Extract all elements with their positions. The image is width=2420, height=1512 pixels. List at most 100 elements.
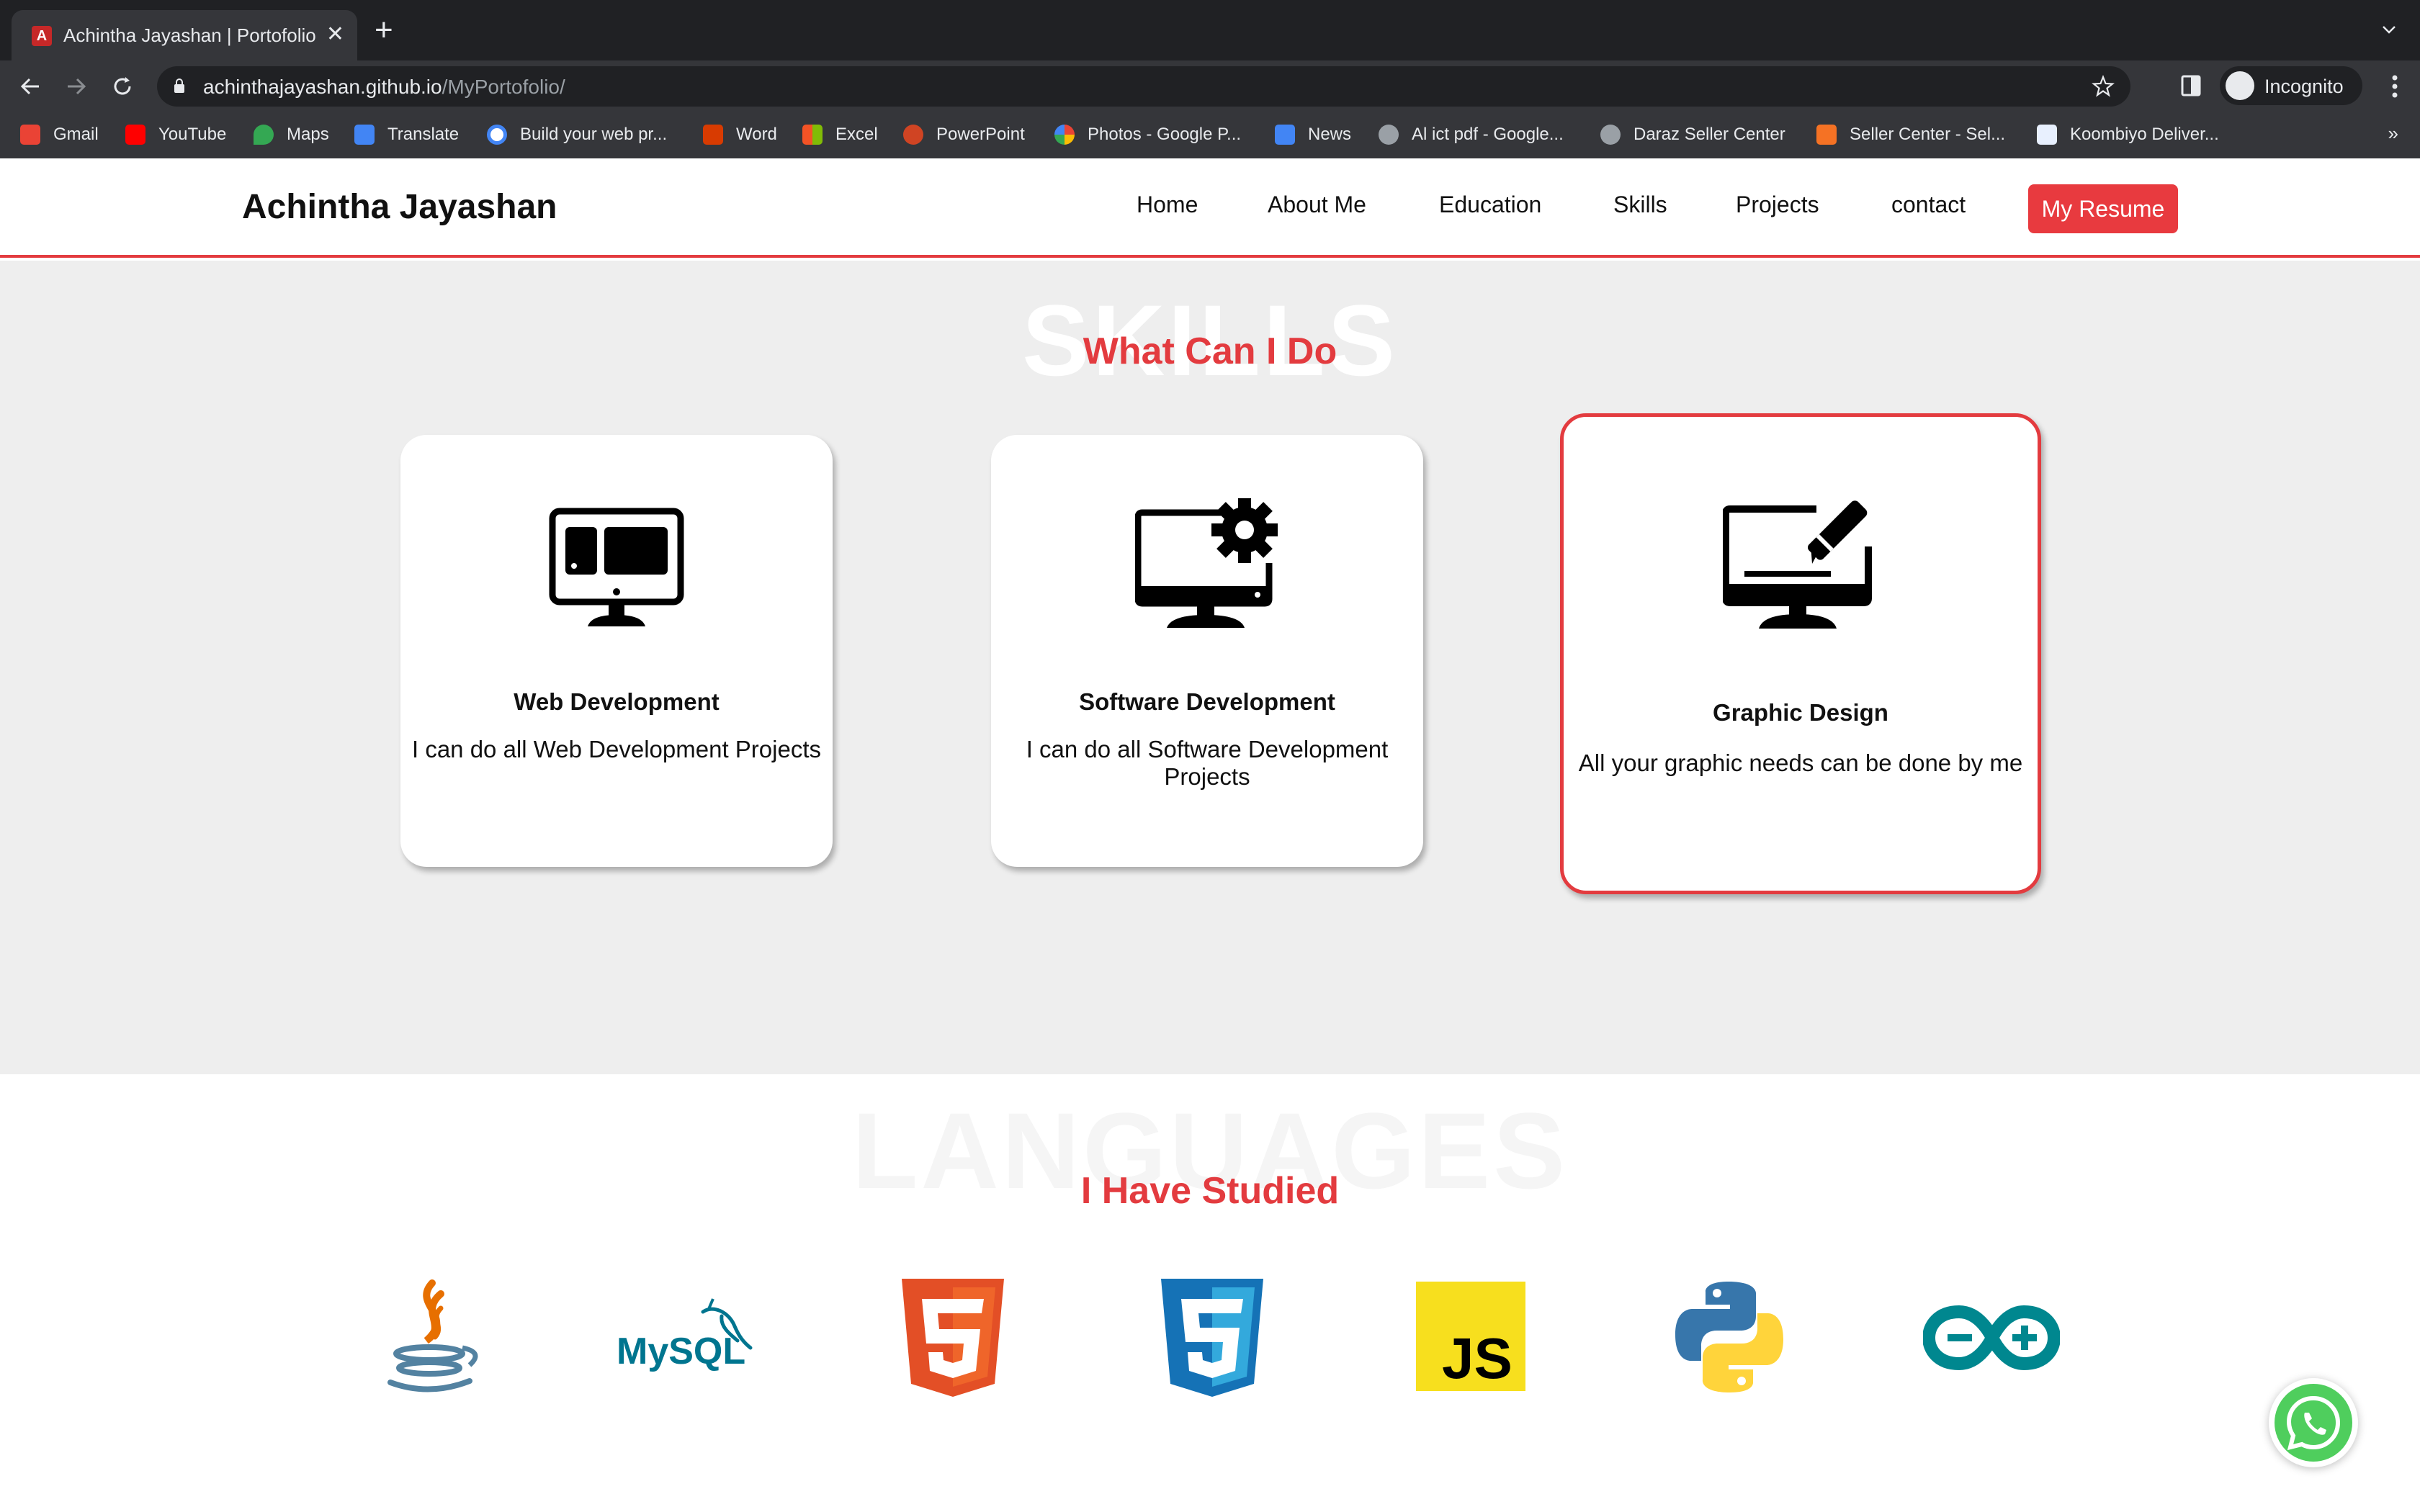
url-path: /MyPortofolio/	[442, 76, 565, 98]
nav-contact[interactable]: contact	[1891, 192, 1966, 218]
bookmark-news[interactable]: News	[1275, 122, 1351, 148]
css3-icon	[1161, 1279, 1263, 1397]
translate-icon	[354, 125, 375, 145]
mysql-text: MySQL	[617, 1331, 745, 1372]
bookmark-excel[interactable]: Excel	[802, 122, 878, 148]
nav-projects[interactable]: Projects	[1736, 192, 1819, 218]
photos-icon	[1054, 125, 1075, 145]
bookmark-label: PowerPoint	[936, 125, 1025, 144]
forward-arrow-icon[interactable]	[63, 73, 89, 99]
url-text[interactable]: achinthajayashan.github.io/MyPortofolio/	[203, 76, 565, 99]
site-brand[interactable]: Achintha Jayashan	[242, 187, 557, 227]
python-icon	[1675, 1282, 1783, 1392]
seller-center-icon	[1816, 125, 1837, 145]
bookmark-label: Al ict pdf - Google...	[1412, 125, 1564, 144]
nav-skills[interactable]: Skills	[1613, 192, 1667, 218]
js-text: JS	[1442, 1326, 1512, 1390]
new-tab-icon[interactable]: +	[375, 14, 393, 46]
skill-card-description: I can do all Software Development Projec…	[1026, 736, 1389, 790]
mysql-icon: MySQL	[617, 1298, 753, 1372]
skills-section-title: What Can I Do	[1083, 330, 1337, 372]
bookmark-label: Seller Center - Sel...	[1850, 125, 2006, 144]
bookmark-photos[interactable]: Photos - Google P...	[1054, 122, 1241, 148]
browser-tab-bar: A Achintha Jayashan | Portofolio ✕ +	[0, 0, 2420, 60]
bookmark-label: Excel	[835, 125, 878, 144]
browser-menu-icon[interactable]	[2391, 73, 2398, 99]
tab-title: Achintha Jayashan | Portofolio	[63, 24, 316, 46]
whatsapp-button[interactable]	[2269, 1378, 2358, 1467]
bookmarks-overflow-icon[interactable]: »	[2388, 122, 2398, 145]
powerpoint-icon	[903, 125, 923, 145]
bookmark-label: Build your web pr...	[520, 125, 668, 144]
skill-card-web-development[interactable]: Web Development I can do all Web Develop…	[400, 435, 833, 867]
bookmark-label: YouTube	[158, 125, 227, 144]
monitor-web-icon	[549, 508, 684, 626]
bookmark-youtube[interactable]: YouTube	[125, 122, 226, 148]
bookmark-label: News	[1308, 125, 1352, 144]
bookmark-label: Photos - Google P...	[1088, 125, 1242, 144]
koombiyo-icon	[2037, 125, 2057, 145]
bookmark-label: Daraz Seller Center	[1634, 125, 1785, 144]
microsoft-icon	[802, 125, 823, 145]
tab-favicon-icon: A	[32, 26, 52, 46]
languages-section: LANGUAGES I Have Studied MySQL JS	[0, 1074, 2420, 1512]
incognito-icon	[2226, 71, 2254, 100]
bookmark-label: Gmail	[53, 125, 99, 144]
url-host: achinthajayashan.github.io	[203, 76, 442, 98]
skill-card-title: Graphic Design	[1713, 699, 1888, 726]
arduino-icon	[1923, 1305, 2060, 1371]
html5-icon	[902, 1279, 1004, 1397]
java-icon	[387, 1279, 478, 1392]
address-bar[interactable]: achinthajayashan.github.io/MyPortofolio/	[157, 66, 2130, 107]
monitor-pen-icon	[1723, 500, 1872, 629]
nav-education[interactable]: Education	[1439, 192, 1541, 218]
bookmark-translate[interactable]: Translate	[354, 122, 459, 148]
bookmark-daraz[interactable]: Daraz Seller Center	[1600, 122, 1785, 148]
side-panel-icon[interactable]	[2181, 75, 2201, 96]
google-icon	[487, 125, 507, 145]
bookmark-label: Word	[736, 125, 777, 144]
lock-icon[interactable]	[173, 78, 186, 94]
bookmark-al-ict[interactable]: Al ict pdf - Google...	[1379, 122, 1564, 148]
reload-icon[interactable]	[109, 73, 135, 99]
skill-card-title: Web Development	[514, 688, 720, 715]
office-icon	[703, 125, 723, 145]
tab-close-icon[interactable]: ✕	[326, 22, 344, 47]
back-arrow-icon[interactable]	[17, 73, 43, 99]
news-icon	[1275, 125, 1295, 145]
bookmark-build-web[interactable]: Build your web pr...	[487, 122, 667, 148]
skill-card-software-development[interactable]: Software Development I can do all Softwa…	[991, 435, 1423, 867]
whatsapp-icon	[2275, 1384, 2352, 1462]
browser-tab[interactable]: A Achintha Jayashan | Portofolio ✕	[12, 10, 357, 60]
bookmark-label: Translate	[387, 125, 460, 144]
bookmark-gmail[interactable]: Gmail	[20, 122, 99, 148]
skill-card-description: I can do all Web Development Projects	[411, 736, 821, 762]
youtube-icon	[125, 125, 145, 145]
globe-icon	[1600, 125, 1621, 145]
incognito-label: Incognito	[2264, 76, 2344, 97]
bookmark-star-icon[interactable]	[2092, 75, 2115, 98]
browser-toolbar: achinthajayashan.github.io/MyPortofolio/…	[0, 60, 2420, 111]
bookmark-maps[interactable]: Maps	[254, 122, 329, 148]
monitor-gear-icon	[1135, 498, 1278, 628]
languages-section-title: I Have Studied	[1080, 1170, 1340, 1212]
skills-section: SKILLS What Can I Do Web Development I c…	[0, 261, 2420, 1074]
bookmark-koombiyo[interactable]: Koombiyo Deliver...	[2037, 122, 2219, 148]
bookmarks-bar: Gmail YouTube Maps Translate Build your …	[0, 111, 2420, 158]
javascript-icon: JS	[1416, 1282, 1525, 1391]
site-navbar: Achintha Jayashan Home About Me Educatio…	[0, 158, 2420, 258]
bookmark-word[interactable]: Word	[703, 122, 777, 148]
nav-about-me[interactable]: About Me	[1268, 192, 1366, 218]
skill-card-graphic-design[interactable]: Graphic Design All your graphic needs ca…	[1560, 413, 2041, 894]
tab-search-chevron-icon[interactable]	[2381, 22, 2397, 37]
skill-card-title: Software Development	[1079, 688, 1335, 715]
my-resume-button[interactable]: My Resume	[2028, 184, 2178, 233]
nav-home[interactable]: Home	[1137, 192, 1198, 218]
bookmark-label: Koombiyo Deliver...	[2070, 125, 2219, 144]
bookmark-label: Maps	[287, 125, 329, 144]
incognito-profile-button[interactable]: Incognito	[2220, 66, 2362, 105]
bookmark-seller-center[interactable]: Seller Center - Sel...	[1816, 122, 2005, 148]
gmail-icon	[20, 125, 40, 145]
globe-icon	[1379, 125, 1399, 145]
bookmark-powerpoint[interactable]: PowerPoint	[903, 122, 1025, 148]
